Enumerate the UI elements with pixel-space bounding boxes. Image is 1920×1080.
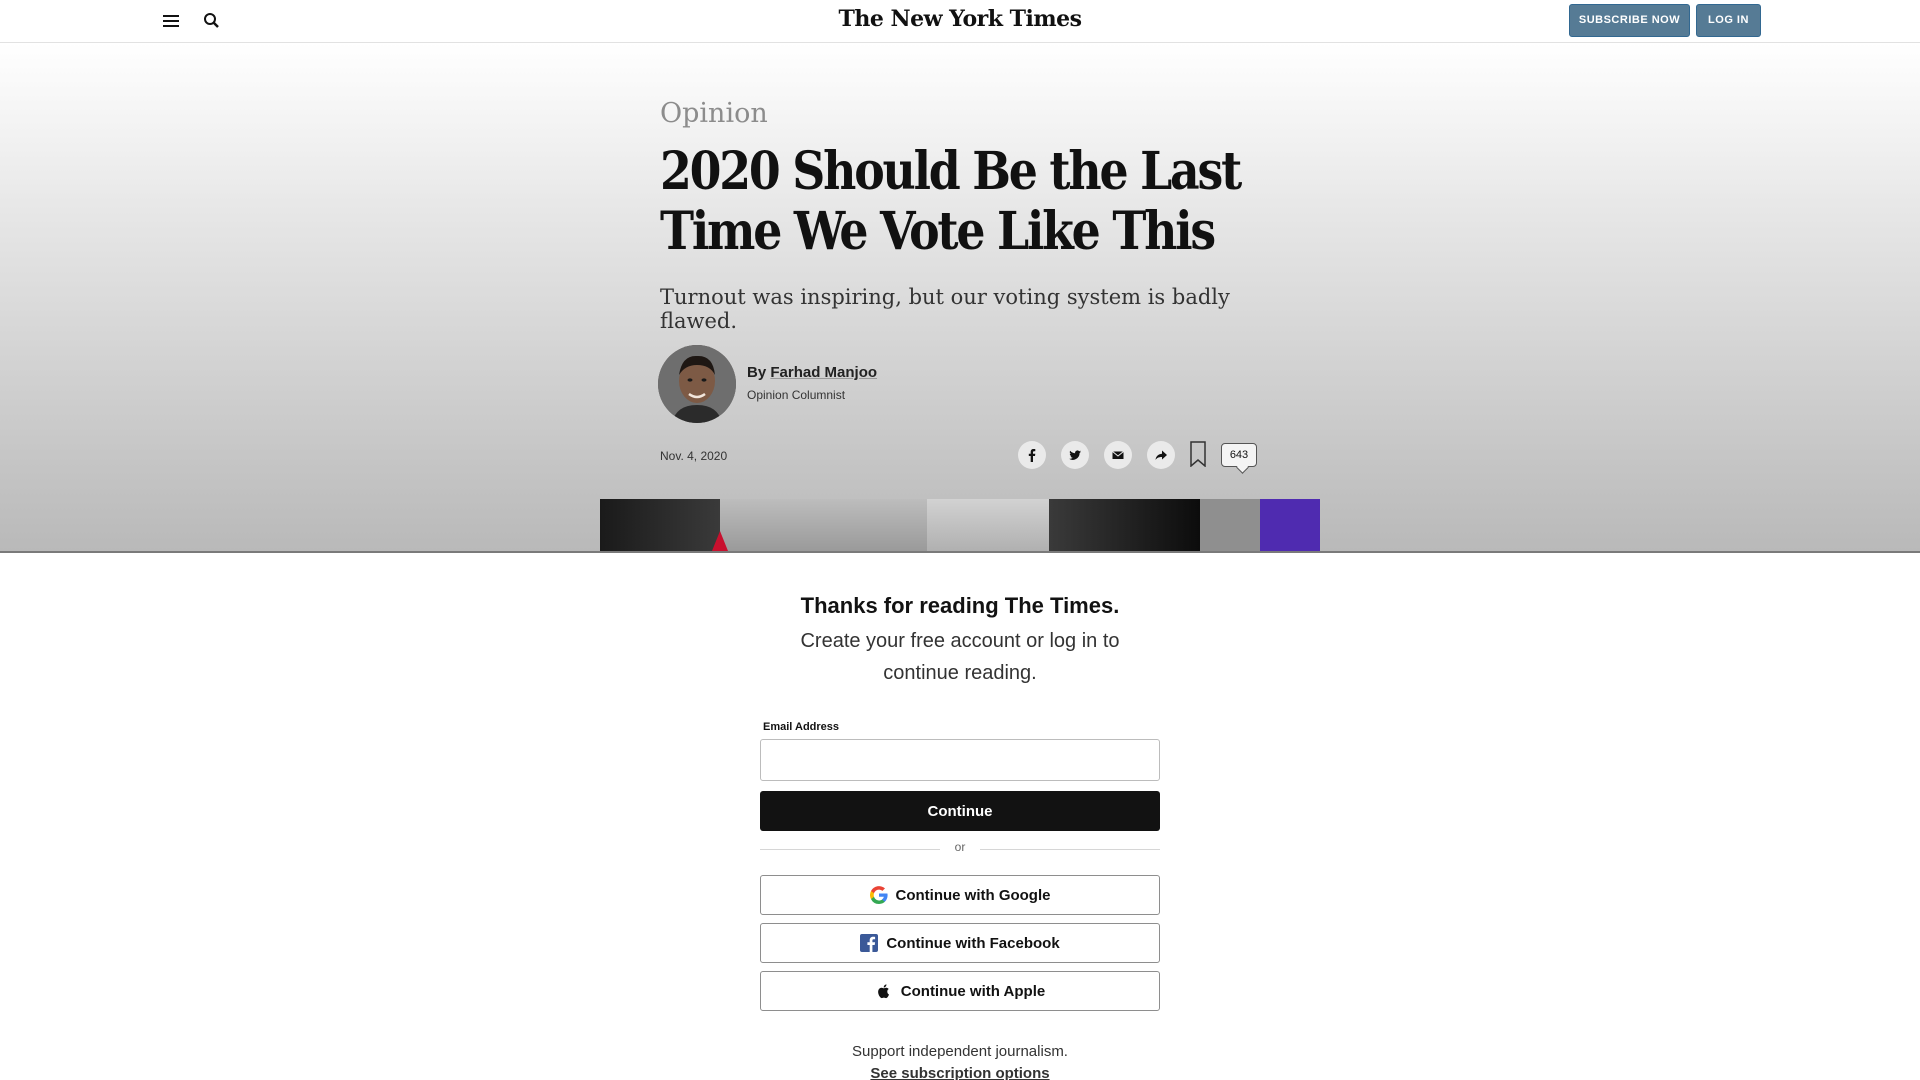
share-arrow-icon bbox=[1155, 450, 1167, 460]
email-field[interactable] bbox=[760, 739, 1160, 781]
google-button-label: Continue with Google bbox=[895, 886, 1051, 904]
author-avatar bbox=[658, 345, 736, 423]
or-label: or bbox=[940, 840, 980, 854]
login-button[interactable]: LOG IN bbox=[1696, 4, 1761, 37]
author-link[interactable]: Farhad Manjoo bbox=[770, 364, 877, 381]
registration-wall: Thanks for reading The Times. Create you… bbox=[0, 551, 1920, 1080]
facebook-icon bbox=[860, 934, 879, 952]
subscription-options-link[interactable]: See subscription options bbox=[660, 1065, 1260, 1080]
continue-with-apple-button[interactable]: Continue with Apple bbox=[760, 971, 1160, 1011]
image-section-3 bbox=[927, 499, 1049, 551]
article-headline: 2020 Should Be the Last Time We Vote Lik… bbox=[660, 141, 1242, 262]
image-section-4 bbox=[1049, 499, 1200, 551]
section-kicker[interactable]: Opinion bbox=[660, 98, 768, 129]
image-section-6 bbox=[1260, 499, 1320, 551]
byline-prefix: By bbox=[747, 364, 767, 381]
apple-button-label: Continue with Apple bbox=[900, 982, 1046, 1000]
more-share-button[interactable] bbox=[1147, 441, 1175, 469]
email-label: Email Address bbox=[763, 721, 840, 733]
twitter-icon bbox=[1069, 450, 1081, 460]
twitter-share-button[interactable] bbox=[1061, 441, 1089, 469]
image-section-1 bbox=[600, 499, 720, 551]
publish-date: Nov. 4, 2020 bbox=[660, 449, 728, 463]
image-section-5 bbox=[1200, 499, 1260, 551]
email-share-button[interactable] bbox=[1104, 441, 1132, 469]
subscribe-button[interactable]: SUBSCRIBE NOW bbox=[1569, 4, 1690, 37]
site-logo[interactable]: The New York Times bbox=[760, 6, 1160, 38]
comments-button[interactable]: 643 bbox=[1221, 443, 1257, 467]
article-summary: Turnout was inspiring, but our voting sy… bbox=[660, 285, 1230, 333]
author-role: Opinion Columnist bbox=[747, 388, 846, 402]
facebook-icon bbox=[1028, 449, 1036, 462]
image-section-2 bbox=[720, 499, 927, 551]
top-navigation: The New York Times SUBSCRIBE NOW LOG IN bbox=[0, 0, 1920, 43]
apple-icon bbox=[877, 984, 889, 999]
wall-subtitle: Create your free account or log in to co… bbox=[800, 630, 1120, 684]
bookmark-icon[interactable] bbox=[1189, 441, 1207, 468]
envelope-icon bbox=[1112, 451, 1124, 459]
continue-button[interactable]: Continue bbox=[760, 791, 1160, 831]
google-icon bbox=[869, 886, 888, 904]
menu-icon[interactable] bbox=[161, 11, 181, 31]
search-icon[interactable] bbox=[201, 10, 223, 32]
continue-with-google-button[interactable]: Continue with Google bbox=[760, 875, 1160, 915]
facebook-share-button[interactable] bbox=[1018, 441, 1046, 469]
facebook-button-label: Continue with Facebook bbox=[886, 934, 1060, 952]
hero-image bbox=[600, 499, 1320, 551]
continue-with-facebook-button[interactable]: Continue with Facebook bbox=[760, 923, 1160, 963]
red-triangle-icon bbox=[712, 531, 728, 551]
wall-title: Thanks for reading The Times. bbox=[800, 593, 1120, 618]
byline: By Farhad Manjoo bbox=[747, 364, 877, 381]
support-text: Support independent journalism. bbox=[852, 1043, 1068, 1060]
